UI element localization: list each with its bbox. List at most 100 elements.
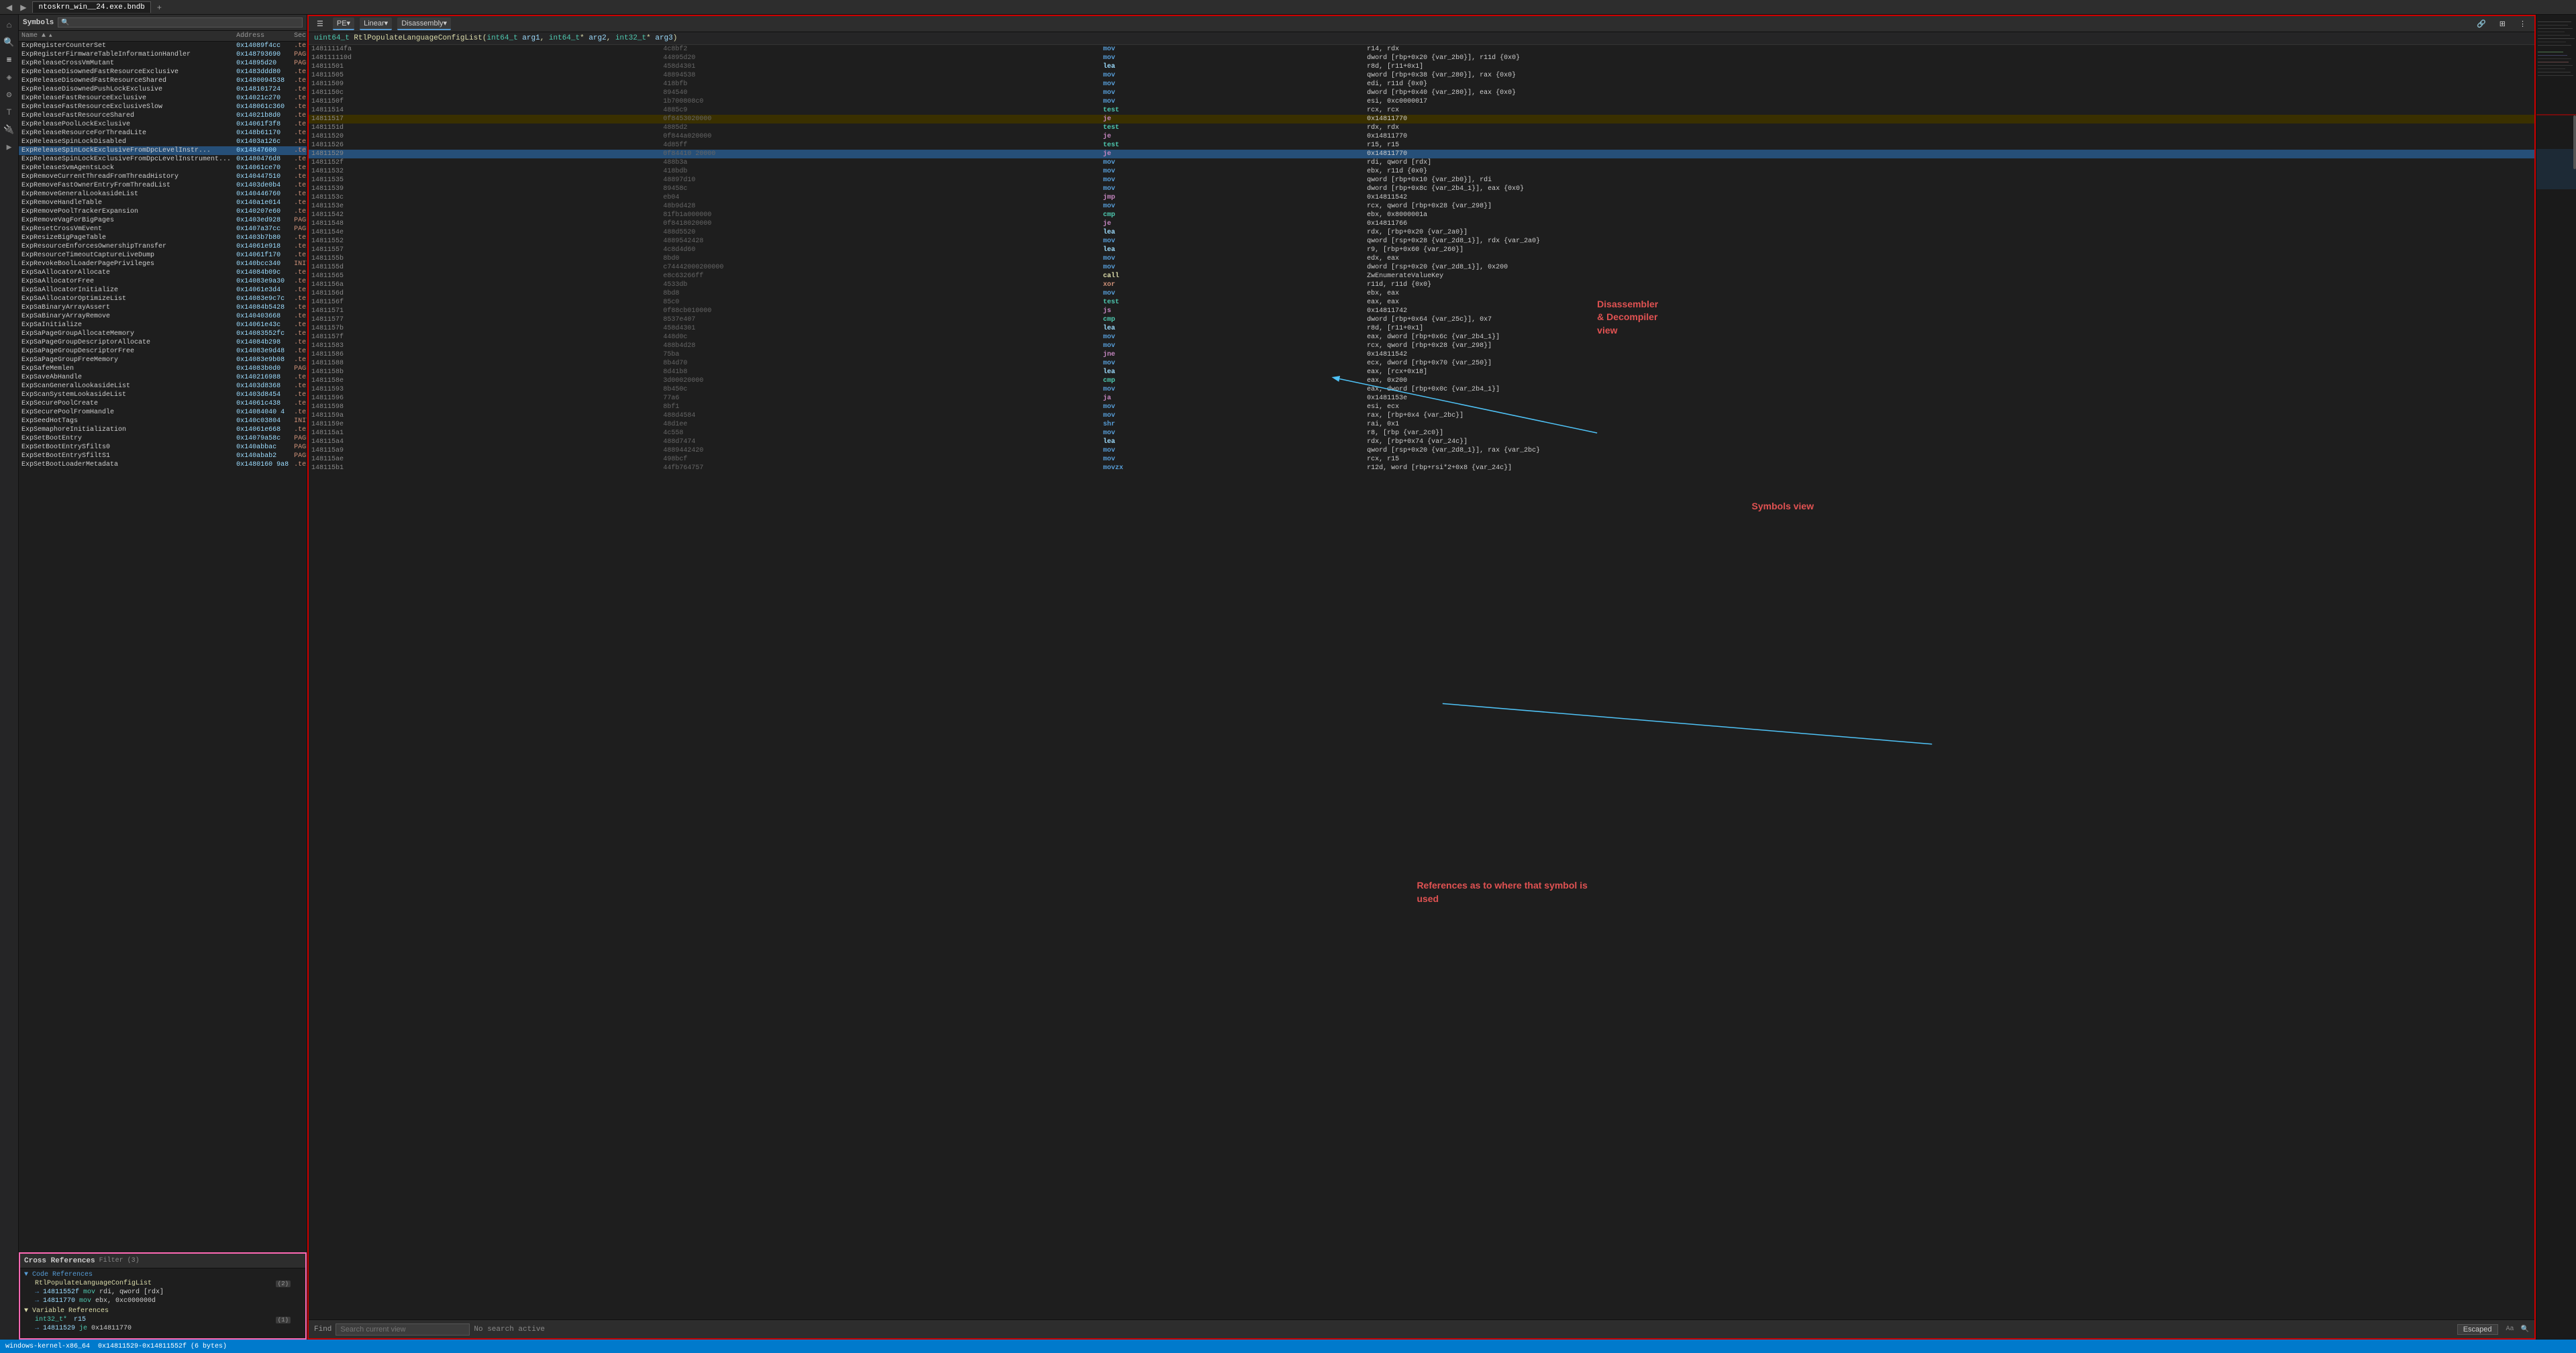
- sidebar-icon-debug[interactable]: ▶: [2, 140, 17, 154]
- table-row[interactable]: ExpRemoveGeneralLookasideList 0x14044676…: [19, 190, 307, 199]
- table-row[interactable]: ExpReleaseSpinLockDisabled 0x1403a126c .…: [19, 138, 307, 146]
- table-row[interactable]: ExpSaAllocatorAllocate 0x14084b09c .text…: [19, 268, 307, 277]
- col-name[interactable]: Name ▲: [19, 31, 234, 42]
- table-row[interactable]: 148115ae 498bcf mov rcx, r15: [309, 455, 2534, 464]
- table-row[interactable]: ExpSetBootEntrySfiltS1 0x140abab2 PAGE F…: [19, 452, 307, 460]
- table-row[interactable]: 14811552 4889542428 mov qword [rsp+0x28 …: [309, 237, 2534, 246]
- table-row[interactable]: 14811583 488b4d28 mov rcx, qword [rbp+0x…: [309, 342, 2534, 350]
- sidebar-icon-search[interactable]: 🔍: [2, 35, 17, 50]
- table-row[interactable]: 14811520 0f844a020000 je 0x14811770: [309, 132, 2534, 141]
- table-row[interactable]: ExpSemaphoreInitialization 0x14061e668 .…: [19, 425, 307, 434]
- columns-btn[interactable]: ⊞: [2495, 18, 2510, 30]
- table-row[interactable]: ExpReleaseDisownedFastResourceExclusive …: [19, 68, 307, 77]
- table-row[interactable]: 1481150c 894540 mov dword [rbp+0x40 {var…: [309, 89, 2534, 97]
- table-row[interactable]: ExpSeedHotTags 0x140c03804 INIT Function: [19, 417, 307, 425]
- disasm-menu-btn[interactable]: ☰: [313, 18, 327, 30]
- table-row[interactable]: ExpScanSystemLookasideList 0x1403d8454 .…: [19, 391, 307, 399]
- xref-content[interactable]: ▼ Code References RtlPopulateLanguageCon…: [20, 1268, 305, 1338]
- table-row[interactable]: ExpResetCrossVmEvent 0x1407a37cc PAGE Fu…: [19, 225, 307, 234]
- more-btn[interactable]: ⋮: [2515, 18, 2530, 30]
- table-row[interactable]: ExpReleasePoolLockExclusive 0x14061f3f8 …: [19, 120, 307, 129]
- sidebar-icon-types[interactable]: T: [2, 105, 17, 119]
- table-row[interactable]: 14811596 77a6 ja 0x1481153e: [309, 394, 2534, 403]
- table-row[interactable]: 14811565 e8c63266ff call ZwEnumerateValu…: [309, 272, 2534, 281]
- table-row[interactable]: 14811542 81fb1a000000 cmp ebx, 0x8000001…: [309, 211, 2534, 219]
- table-row[interactable]: ExpSaPageGroupDescriptorFree 0x14083e9d4…: [19, 347, 307, 356]
- table-row[interactable]: 14811593 8b450c mov eax, dword [rbp+0x0c…: [309, 385, 2534, 394]
- table-row[interactable]: ExpReleaseFastResourceShared 0x14021b8d0…: [19, 111, 307, 120]
- table-row[interactable]: ExpSafeMemlen 0x14083b0d0 PAGE Function: [19, 364, 307, 373]
- table-row[interactable]: 1481158b 8d41b8 lea eax, [rcx+0x18]: [309, 368, 2534, 377]
- table-row[interactable]: ExpSetBootEntry 0x14079a58c PAGE Functio…: [19, 434, 307, 443]
- table-row[interactable]: 148115b1 44fb764757 movzx r12d, word [rb…: [309, 464, 2534, 472]
- xref-code-ref-2[interactable]: → 14811770 mov ebx, 0xc000000d: [24, 1297, 301, 1305]
- table-row[interactable]: ExpRegisterCounterSet 0x14089f4cc .text …: [19, 42, 307, 51]
- table-row[interactable]: ExpReleaseSpinLockExclusiveFromDpcLevelI…: [19, 146, 307, 155]
- table-row[interactable]: 14811598 8bf1 mov esi, ecx: [309, 403, 2534, 411]
- table-row[interactable]: ExpRevokeBoolLoaderPagePrivileges 0x140b…: [19, 260, 307, 268]
- table-row[interactable]: ExpResourceEnforcesOwnershipTransfer 0x1…: [19, 242, 307, 251]
- table-row[interactable]: ExpSaAllocatorFree 0x14083e9a30 .text Fu…: [19, 277, 307, 286]
- table-row[interactable]: 1481159a 488d4584 mov rax, [rbp+0x4 {var…: [309, 411, 2534, 420]
- table-row[interactable]: ExpSaveAbHandle 0x140216988 .text Functi…: [19, 373, 307, 382]
- table-row[interactable]: ExpSaBinaryArrayRemove 0x140403668 .text…: [19, 312, 307, 321]
- table-row[interactable]: ExpSaPageGroupAllocateMemory 0x14083552f…: [19, 330, 307, 338]
- main-tab[interactable]: ntoskrn_win__24.exe.bndb: [32, 1, 150, 13]
- table-row[interactable]: 1481156f 85c0 test eax, eax: [309, 298, 2534, 307]
- forward-button[interactable]: ▶: [18, 3, 28, 12]
- table-row[interactable]: 14811517 0f8453020000 je 0x14811770: [309, 115, 2534, 123]
- table-row[interactable]: ExpReleaseCrossVmMutant 0x14895d20 PAGE …: [19, 59, 307, 68]
- table-row[interactable]: 1481153e 48b9d428 mov rcx, qword [rbp+0x…: [309, 202, 2534, 211]
- table-row[interactable]: ExpRemoveHandleTable 0x140a1e014 .text F…: [19, 199, 307, 207]
- table-row[interactable]: 14811532 418bdb mov ebx, r11d {0x0}: [309, 167, 2534, 176]
- symbols-table-container[interactable]: Name ▲ Address Section Kind ExpRegisterC…: [19, 31, 307, 1252]
- table-row[interactable]: 14811529 0f84410 20000 je 0x14811770: [309, 150, 2534, 158]
- table-row[interactable]: 14811571 0f88cb010000 js 0x14811742: [309, 307, 2534, 315]
- table-row[interactable]: ExpSecurePoolFromHandle 0x14084040 4 .te…: [19, 408, 307, 417]
- table-row[interactable]: 14811577 8537e407 cmp dword [rbp+0x64 {v…: [309, 315, 2534, 324]
- table-row[interactable]: ExpSaAllocatorOptimizeList 0x14083e9c7c …: [19, 295, 307, 303]
- table-row[interactable]: ExpRemovePoolTrackerExpansion 0x140207e6…: [19, 207, 307, 216]
- table-row[interactable]: ExpSaBinaryArrayAssert 0x14084b5428 .tex…: [19, 303, 307, 312]
- table-row[interactable]: ExpReleaseSpinLockExclusiveFromDpcLevelI…: [19, 155, 307, 164]
- link-btn[interactable]: 🔗: [2473, 18, 2490, 30]
- sidebar-icon-plugins[interactable]: 🔌: [2, 122, 17, 137]
- table-row[interactable]: ExpScanGeneralLookasideList 0x1403d8368 …: [19, 382, 307, 391]
- xref-var-refs-header[interactable]: ▼ Variable References: [24, 1307, 301, 1315]
- table-row[interactable]: ExpRemoveVagForBigPages 0x1403ed928 PAGE…: [19, 216, 307, 225]
- table-row[interactable]: ExpResourceTimeoutCaptureLiveDump 0x1406…: [19, 251, 307, 260]
- table-row[interactable]: ExpReleaseSvmAgentsLock 0x14061ce70 .tex…: [19, 164, 307, 172]
- sidebar-icon-settings[interactable]: ⚙: [2, 87, 17, 102]
- table-row[interactable]: 1481153c eb04 jmp 0x14811542: [309, 193, 2534, 202]
- sidebar-icon-graph[interactable]: ◈: [2, 70, 17, 85]
- table-row[interactable]: 14811588 8b4d70 mov ecx, dword [rbp+0x70…: [309, 359, 2534, 368]
- table-row[interactable]: ExpReleaseFastResourceExclusive 0x14021c…: [19, 94, 307, 103]
- table-row[interactable]: ExpResizeBigPageTable 0x1403b7b80 .text …: [19, 234, 307, 242]
- table-row[interactable]: 1481157f 448d0c mov eax, dword [rbp+0x6c…: [309, 333, 2534, 342]
- disassembly-view-btn[interactable]: Disassembly▾: [397, 17, 451, 30]
- xref-code-ref-1[interactable]: → 14811552f mov rdi, qword [rdx]: [24, 1288, 301, 1297]
- table-row[interactable]: 14811548 0f8418020000 je 0x14811766: [309, 219, 2534, 228]
- table-row[interactable]: 14811535 48897d10 mov qword [rbp+0x10 {v…: [309, 176, 2534, 185]
- table-row[interactable]: ExpSaPageGroupDescriptorAllocate 0x14084…: [19, 338, 307, 347]
- table-row[interactable]: ExpSaInitialize 0x14061e43c .text Functi…: [19, 321, 307, 330]
- linear-menu-btn[interactable]: Linear▾: [360, 17, 392, 30]
- table-row[interactable]: 148115a4 488d7474 lea rdx, [rbp+0x74 {va…: [309, 438, 2534, 446]
- table-row[interactable]: 1481158e 3d00020000 cmp eax, 0x200: [309, 377, 2534, 385]
- table-row[interactable]: ExpRemoveCurrentThreadFromThreadHistory …: [19, 172, 307, 181]
- new-tab-button[interactable]: +: [155, 3, 164, 12]
- table-row[interactable]: 14811539 89458c mov dword [rbp+0x8c {var…: [309, 185, 2534, 193]
- symbols-search-input[interactable]: [58, 17, 303, 28]
- table-row[interactable]: 14811505 48894538 mov qword [rbp+0x38 {v…: [309, 71, 2534, 80]
- table-row[interactable]: 1481159e 48d1ee shr rai, 0x1: [309, 420, 2534, 429]
- table-row[interactable]: 1481150f 1b700808c0 mov esi, 0xc0000017: [309, 97, 2534, 106]
- xref-var-ref-1[interactable]: → 14811529 je 0x14811770: [24, 1324, 301, 1333]
- table-row[interactable]: 14811526 4d85ff test r15, r15: [309, 141, 2534, 150]
- table-row[interactable]: ExpSetBootLoaderMetadata 0x1480160 9a8 .…: [19, 460, 307, 469]
- sidebar-icon-home[interactable]: ⌂: [2, 17, 17, 32]
- table-row[interactable]: ExpReleaseResourceForThreadLite 0x148b61…: [19, 129, 307, 138]
- table-row[interactable]: 1481155d c74442000200000 mov dword [rsp+…: [309, 263, 2534, 272]
- table-row[interactable]: 14811509 418bfb mov edi, r11d {0x0}: [309, 80, 2534, 89]
- table-row[interactable]: ExpReleaseFastResourceExclusiveSlow 0x14…: [19, 103, 307, 111]
- escape-button[interactable]: Escaped: [2457, 1324, 2498, 1335]
